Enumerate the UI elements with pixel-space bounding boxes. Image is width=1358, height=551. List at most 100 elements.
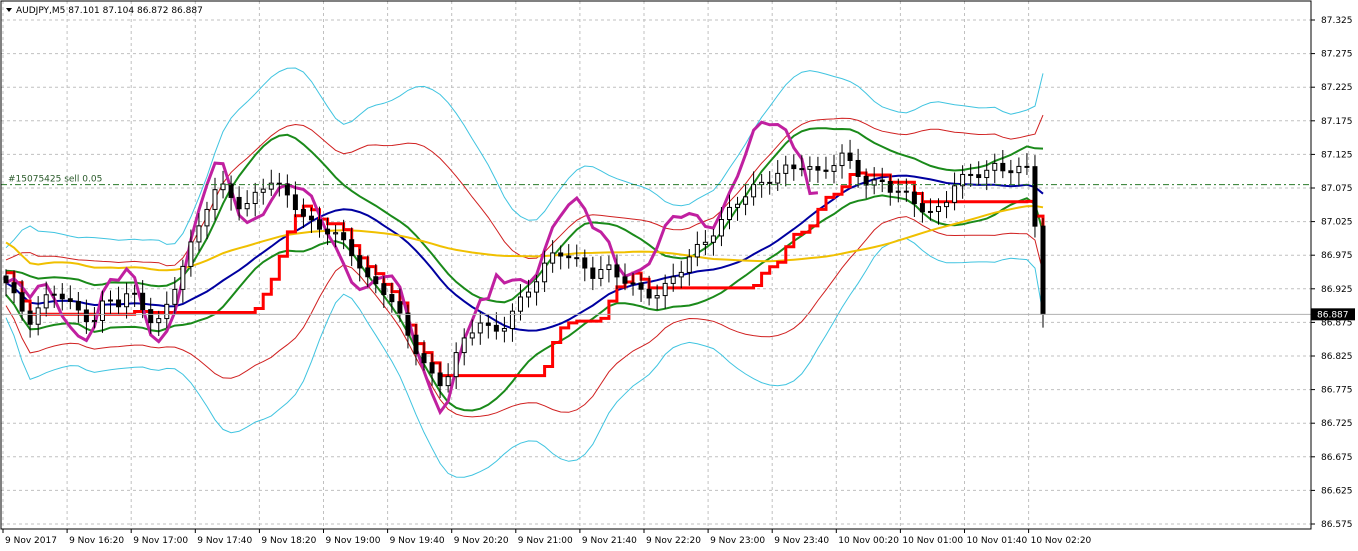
candle-body xyxy=(35,307,41,325)
candle-body xyxy=(180,265,186,290)
candle-body xyxy=(333,232,339,235)
candle-body xyxy=(590,267,596,279)
symbol-title: AUDJPY,M5 87.101 87.104 86.872 86.887 xyxy=(16,6,203,16)
candle-body xyxy=(83,309,89,323)
candle-body xyxy=(43,294,49,309)
candle-body xyxy=(413,334,419,355)
candle-body xyxy=(911,191,917,205)
candle-body xyxy=(767,181,773,184)
candle-body xyxy=(421,353,427,364)
candle-body xyxy=(373,276,379,285)
candle-body xyxy=(622,276,628,284)
candle-body xyxy=(59,293,65,300)
x-tick-label: 9 Nov 19:40 xyxy=(390,536,445,546)
candle-body xyxy=(558,252,564,257)
candle-body xyxy=(172,288,178,305)
candle-body xyxy=(381,283,387,296)
candle-body xyxy=(485,322,491,326)
candle-body xyxy=(968,173,974,176)
candle-body xyxy=(887,181,893,193)
candle-body xyxy=(799,168,805,171)
candle-body xyxy=(1024,165,1030,168)
candle-body xyxy=(863,175,869,186)
candle-body xyxy=(534,281,540,293)
candle-body xyxy=(879,179,885,183)
candle-body xyxy=(196,225,202,243)
y-tick-label: 86.575 xyxy=(1321,520,1353,530)
candle-body xyxy=(646,288,652,299)
candle-body xyxy=(895,190,901,193)
price-marker-label: 86.887 xyxy=(1317,310,1349,320)
candle-body xyxy=(815,166,821,171)
candle-body xyxy=(598,269,604,279)
candle-body xyxy=(919,203,925,213)
candle-body xyxy=(718,219,724,237)
x-tick-label: 9 Nov 22:20 xyxy=(646,536,701,546)
candle-body xyxy=(437,372,443,387)
candle-body xyxy=(807,166,813,170)
candle-body xyxy=(212,189,218,210)
candle-body xyxy=(582,257,588,269)
candle-body xyxy=(188,241,194,267)
y-tick-label: 86.625 xyxy=(1321,486,1353,496)
candle-body xyxy=(108,299,114,302)
x-tick-label: 9 Nov 16:20 xyxy=(69,536,124,546)
candle-body xyxy=(51,293,57,296)
candle-body xyxy=(1000,162,1006,172)
candle-body xyxy=(783,164,789,174)
y-tick-label: 86.975 xyxy=(1321,251,1353,261)
candle-body xyxy=(638,282,644,290)
candle-body xyxy=(453,352,459,378)
candle-body xyxy=(252,191,258,205)
candle-body xyxy=(99,300,105,321)
candle-body xyxy=(735,203,741,208)
x-tick-label: 9 Nov 21:40 xyxy=(582,536,637,546)
candle-body xyxy=(140,292,146,311)
order-label: #15075425 sell 0.05 xyxy=(8,175,102,185)
candle-body xyxy=(429,362,435,374)
candle-body xyxy=(509,310,515,330)
candle-body xyxy=(405,312,411,336)
candle-body xyxy=(944,201,950,208)
candle-body xyxy=(694,243,700,258)
candle-body xyxy=(389,294,395,303)
x-tick-label: 10 Nov 01:00 xyxy=(902,536,963,546)
candle-body xyxy=(976,174,982,179)
candle-body xyxy=(164,303,170,320)
candle-body xyxy=(91,319,97,323)
x-tick-label: 10 Nov 01:40 xyxy=(967,536,1028,546)
candle-body xyxy=(19,292,25,312)
candle-body xyxy=(855,159,861,177)
candle-body xyxy=(702,241,708,245)
candle-body xyxy=(566,255,572,259)
candle-body xyxy=(365,267,371,278)
candle-body xyxy=(244,203,250,210)
candle-body xyxy=(469,332,475,339)
candle-body xyxy=(630,282,636,285)
candle-body xyxy=(284,183,290,196)
candle-body xyxy=(847,152,853,161)
candle-body xyxy=(228,183,234,198)
candle-body xyxy=(148,309,154,324)
candle-body xyxy=(276,182,282,185)
candle-body xyxy=(823,169,829,172)
candlestick-chart: 87.325 87.275 87.225 87.175 87.125 87.075 87.0… xyxy=(0,0,1358,551)
y-tick-label: 86.925 xyxy=(1321,285,1353,295)
candle-body xyxy=(614,264,620,278)
candle-body xyxy=(726,206,732,221)
candle-body xyxy=(204,208,210,227)
candle-body xyxy=(341,232,347,241)
x-tick-label: 9 Nov 18:20 xyxy=(261,536,316,546)
x-tick-label: 9 Nov 21:00 xyxy=(518,536,573,546)
candle-body xyxy=(517,296,523,312)
candle-body xyxy=(542,262,548,283)
x-tick-label: 9 Nov 17:00 xyxy=(133,536,188,546)
candle-body xyxy=(1032,166,1038,227)
y-tick-label: 87.025 xyxy=(1321,218,1353,228)
y-tick-label: 86.725 xyxy=(1321,419,1353,429)
candle-body xyxy=(132,292,138,295)
candle-body xyxy=(710,235,716,243)
y-tick-label: 86.775 xyxy=(1321,386,1353,396)
candle-body xyxy=(11,282,17,294)
candle xyxy=(1032,155,1038,238)
